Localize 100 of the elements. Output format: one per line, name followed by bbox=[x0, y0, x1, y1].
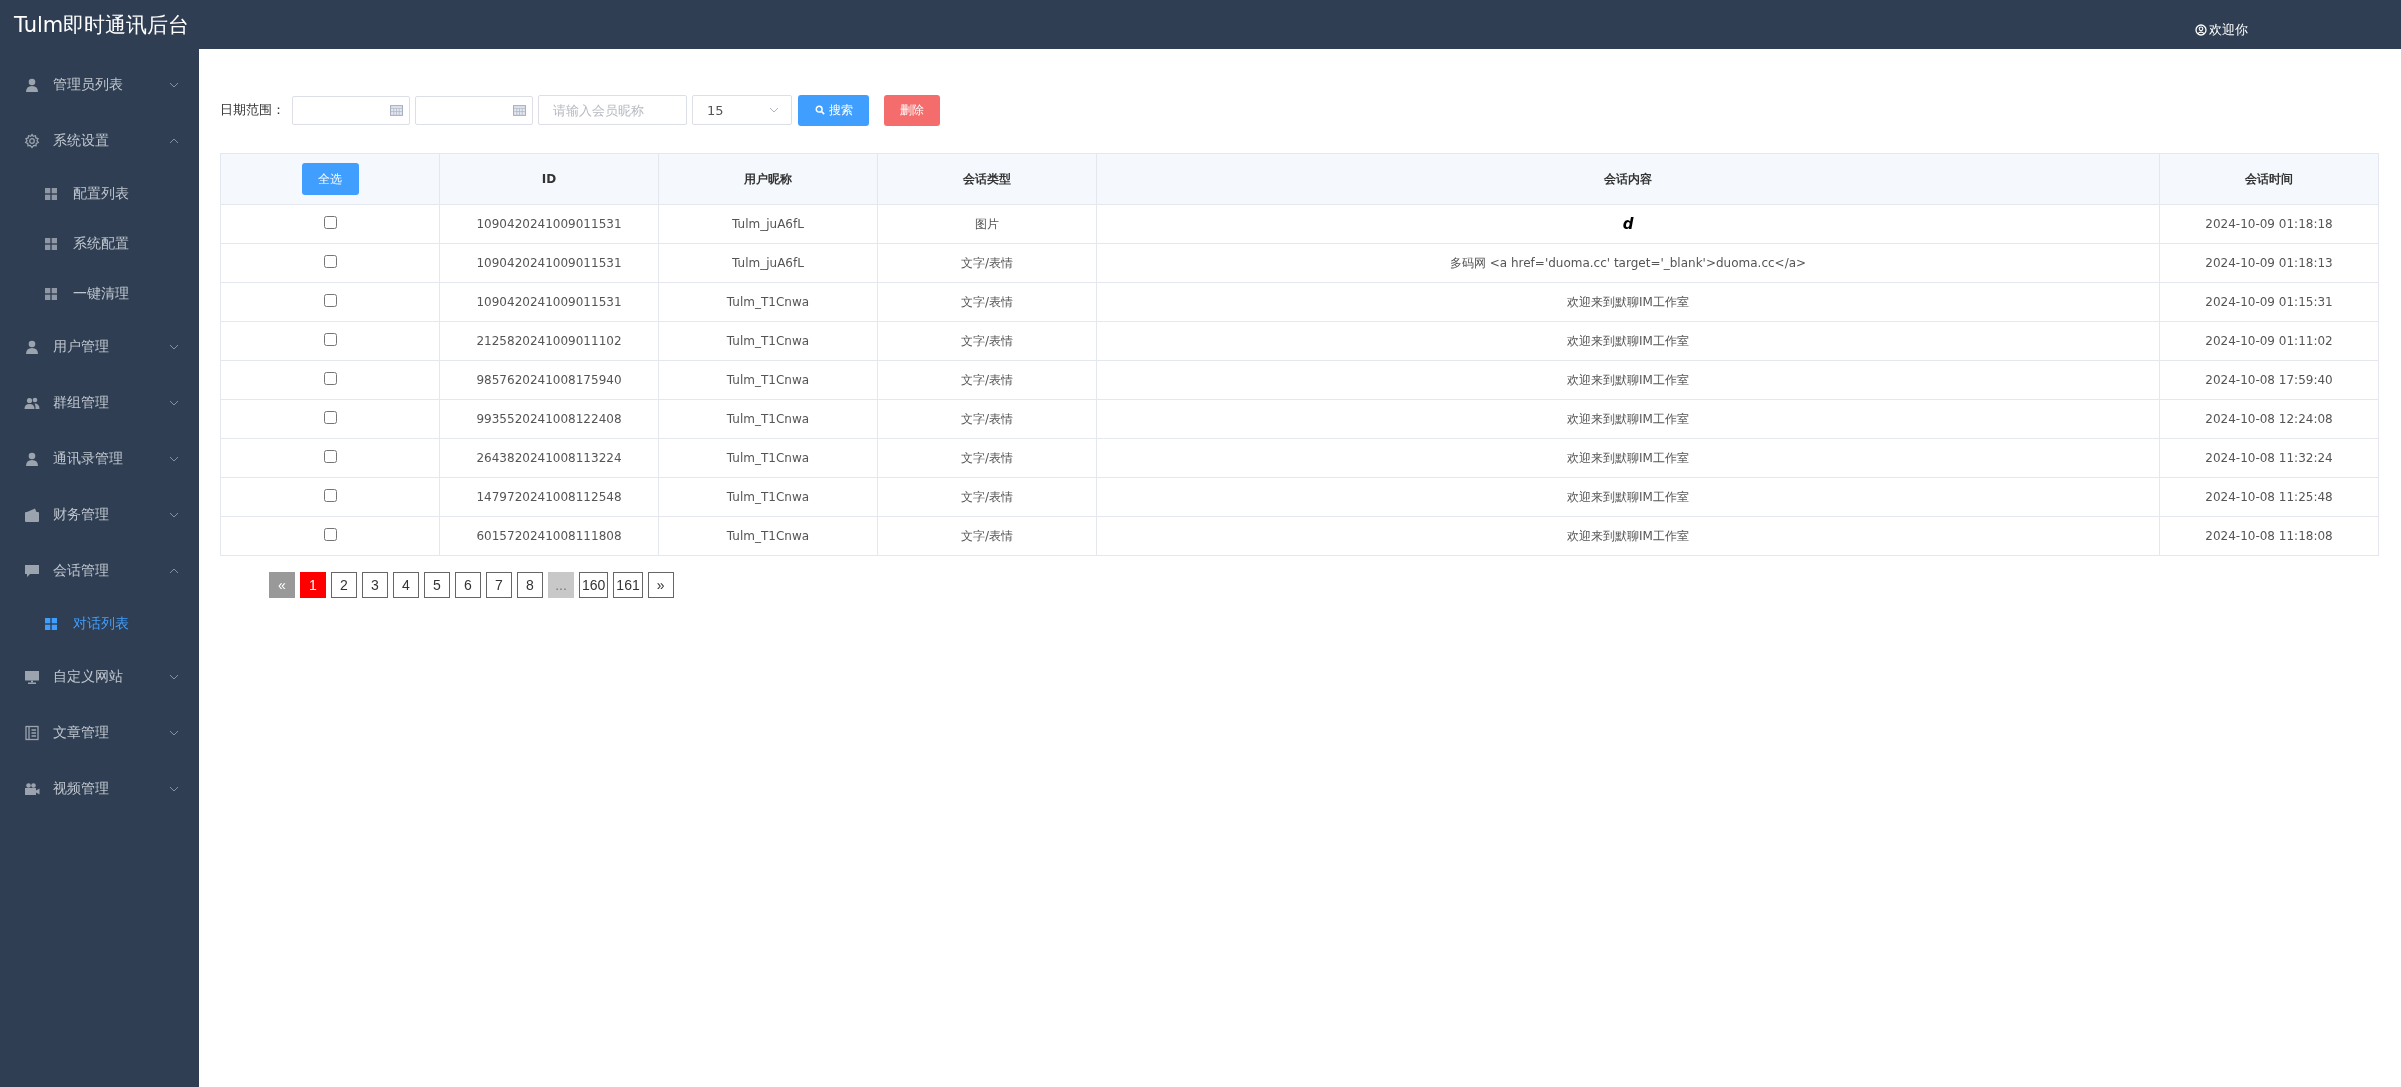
sidebar-item[interactable]: 用户管理 bbox=[0, 319, 199, 375]
sidebar-item[interactable]: 自定义网站 bbox=[0, 649, 199, 705]
row-checkbox[interactable] bbox=[323, 372, 337, 385]
table-cell: 2024-10-08 12:24:08 bbox=[2159, 399, 2379, 439]
page-button[interactable]: 3 bbox=[362, 572, 388, 598]
table-cell: 文字/表情 bbox=[877, 477, 1097, 517]
row-checkbox[interactable] bbox=[323, 528, 337, 541]
table-cell: 1090420241009011531 bbox=[439, 282, 659, 322]
table-cell: 文字/表情 bbox=[877, 438, 1097, 478]
table-cell: Tulm_T1Cnwa bbox=[658, 399, 878, 439]
table-cell: Tulm_T1Cnwa bbox=[658, 516, 878, 556]
table-cell: 2024-10-09 01:18:13 bbox=[2159, 243, 2379, 283]
grid-icon bbox=[45, 288, 57, 300]
table-cell: 2125820241009011102 bbox=[439, 321, 659, 361]
table-cell: 2643820241008113224 bbox=[439, 438, 659, 478]
chevron-up-icon bbox=[169, 568, 179, 574]
grid-icon bbox=[45, 618, 57, 630]
chevron-down-icon bbox=[169, 730, 179, 736]
row-checkbox[interactable] bbox=[323, 411, 337, 424]
row-checkbox[interactable] bbox=[323, 294, 337, 307]
page-button[interactable]: 4 bbox=[393, 572, 419, 598]
row-checkbox[interactable] bbox=[323, 216, 337, 229]
table-cell: Tulm_T1Cnwa bbox=[658, 282, 878, 322]
chevron-down-icon bbox=[769, 107, 779, 113]
camera-icon bbox=[24, 781, 40, 797]
page-button[interactable]: 161 bbox=[613, 572, 643, 598]
table-cell: 文字/表情 bbox=[877, 399, 1097, 439]
user-menu[interactable]: 欢迎你 bbox=[2195, 20, 2248, 39]
sidebar-item[interactable]: 会话管理 bbox=[0, 543, 199, 599]
chat-icon bbox=[24, 563, 40, 579]
chevron-down-icon bbox=[169, 512, 179, 518]
page-button[interactable]: 2 bbox=[331, 572, 357, 598]
table-cell: 文字/表情 bbox=[877, 360, 1097, 400]
chevron-down-icon bbox=[169, 82, 179, 88]
grid-icon bbox=[45, 238, 57, 250]
table-cell: 欢迎来到默聊IM工作室 bbox=[1096, 438, 2160, 478]
page-button[interactable]: 160 bbox=[579, 572, 609, 598]
sidebar-item[interactable]: 视频管理 bbox=[0, 761, 199, 817]
table-cell: Tulm_juA6fL bbox=[658, 243, 878, 283]
column-header: 会话时间 bbox=[2159, 153, 2379, 205]
app-title: Tulm即时通讯后台 bbox=[13, 11, 190, 39]
page-size-select[interactable]: 15 bbox=[692, 95, 792, 125]
table-cell: 9857620241008175940 bbox=[439, 360, 659, 400]
user-icon bbox=[2195, 23, 2207, 36]
table-cell: Tulm_T1Cnwa bbox=[658, 360, 878, 400]
chevron-down-icon bbox=[169, 786, 179, 792]
row-checkbox[interactable] bbox=[323, 489, 337, 502]
sidebar-item[interactable]: 财务管理 bbox=[0, 487, 199, 543]
sidebar-item[interactable]: 管理员列表 bbox=[0, 57, 199, 113]
table-cell: 欢迎来到默聊IM工作室 bbox=[1096, 282, 2160, 322]
end-date-field[interactable] bbox=[415, 95, 533, 125]
sidebar-subitem[interactable]: 一键清理 bbox=[0, 269, 199, 319]
row-checkbox[interactable] bbox=[323, 255, 337, 268]
row-checkbox[interactable] bbox=[323, 333, 337, 346]
page-button[interactable]: 1 bbox=[300, 572, 326, 598]
people-icon bbox=[24, 395, 40, 411]
table-cell: 欢迎来到默聊IM工作室 bbox=[1096, 399, 2160, 439]
table-cell: d bbox=[1096, 204, 2160, 244]
sidebar-item[interactable]: 群组管理 bbox=[0, 375, 199, 431]
date-range-label: 日期范围： bbox=[220, 101, 285, 119]
table-cell: Tulm_T1Cnwa bbox=[658, 438, 878, 478]
column-header: 用户昵称 bbox=[658, 153, 878, 205]
column-header: ID bbox=[439, 153, 659, 205]
calendar-icon bbox=[513, 104, 526, 116]
table-cell: 文字/表情 bbox=[877, 243, 1097, 283]
table-cell: 1090420241009011531 bbox=[439, 204, 659, 244]
table-cell: 9935520241008122408 bbox=[439, 399, 659, 439]
chevron-down-icon bbox=[169, 674, 179, 680]
table-cell: 6015720241008111808 bbox=[439, 516, 659, 556]
page-button[interactable]: 6 bbox=[455, 572, 481, 598]
next-page-button[interactable]: » bbox=[647, 572, 674, 598]
table-cell: 2024-10-08 11:18:08 bbox=[2159, 516, 2379, 556]
start-date-field[interactable] bbox=[292, 95, 410, 125]
table-cell: 2024-10-09 01:18:18 bbox=[2159, 204, 2379, 244]
grid-icon bbox=[45, 188, 57, 200]
person-icon bbox=[24, 451, 40, 467]
calendar-icon bbox=[390, 104, 403, 116]
chevron-down-icon bbox=[169, 400, 179, 406]
page-button[interactable]: 7 bbox=[486, 572, 512, 598]
page-button[interactable]: 5 bbox=[424, 572, 450, 598]
sidebar-item[interactable]: 系统设置 bbox=[0, 113, 199, 169]
table-cell: 文字/表情 bbox=[877, 321, 1097, 361]
sidebar-subitem[interactable]: 系统配置 bbox=[0, 219, 199, 269]
search-icon bbox=[814, 105, 825, 115]
page-button[interactable]: 8 bbox=[517, 572, 543, 598]
sidebar-item[interactable]: 通讯录管理 bbox=[0, 431, 199, 487]
table-cell: 2024-10-09 01:15:31 bbox=[2159, 282, 2379, 322]
chevron-down-icon bbox=[169, 456, 179, 462]
row-checkbox[interactable] bbox=[323, 450, 337, 463]
nickname-search-field[interactable]: 请输入会员昵称 bbox=[538, 95, 687, 125]
sidebar-item[interactable]: 文章管理 bbox=[0, 705, 199, 761]
sidebar-subitem[interactable]: 对话列表 bbox=[0, 599, 199, 649]
table-cell: 欢迎来到默聊IM工作室 bbox=[1096, 360, 2160, 400]
chevron-up-icon bbox=[169, 138, 179, 144]
sidebar-subitem[interactable]: 配置列表 bbox=[0, 169, 199, 219]
table-cell: 欢迎来到默聊IM工作室 bbox=[1096, 321, 2160, 361]
table-cell: 1090420241009011531 bbox=[439, 243, 659, 283]
table-cell: 图片 bbox=[877, 204, 1097, 244]
table-cell: Tulm_T1Cnwa bbox=[658, 321, 878, 361]
table-cell: 2024-10-08 11:32:24 bbox=[2159, 438, 2379, 478]
